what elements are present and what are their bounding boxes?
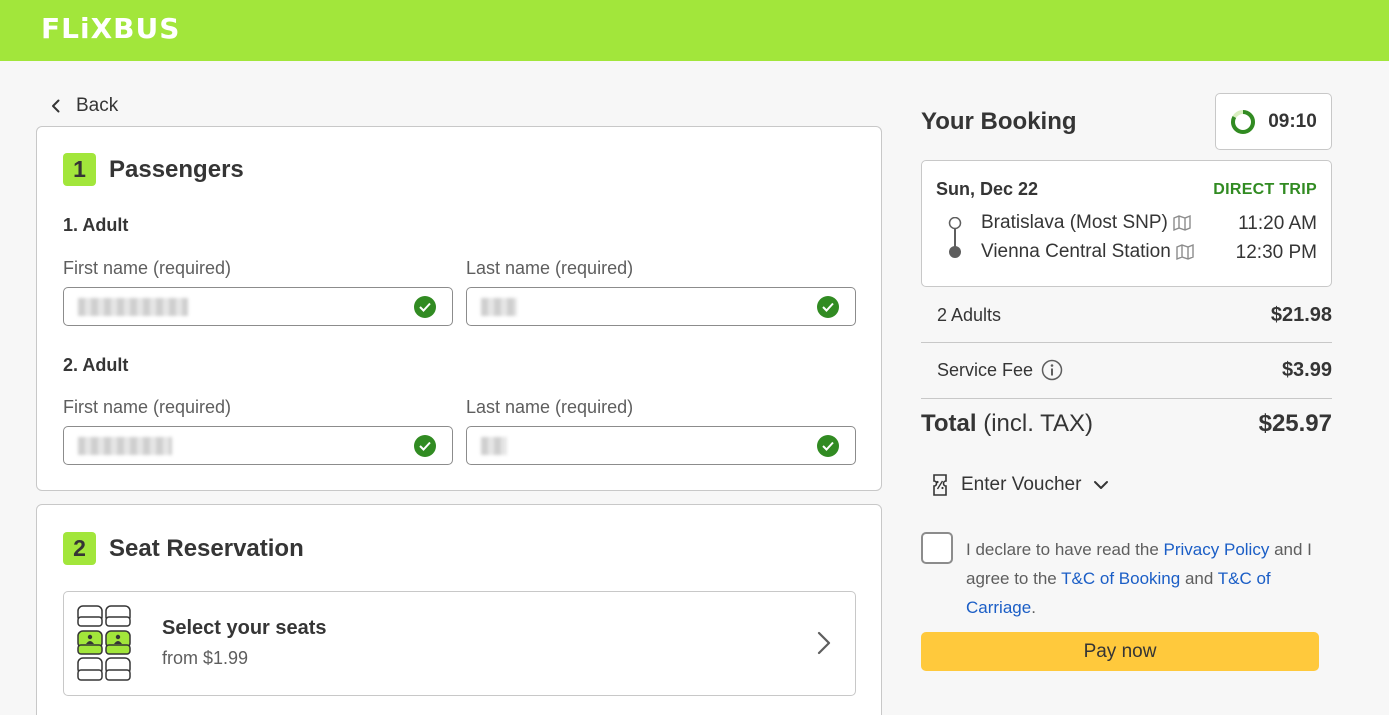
- redacted-value: [78, 298, 188, 316]
- back-label: Back: [76, 95, 119, 116]
- total-label-main: Total: [921, 410, 977, 437]
- seat-map-icon: [77, 605, 131, 681]
- chevron-left-icon: [52, 99, 60, 113]
- departure-time: 11:20 AM: [1238, 213, 1317, 234]
- timer-ring-icon: [1231, 109, 1256, 134]
- step-number: 1: [63, 153, 96, 186]
- section-title: Seat Reservation: [109, 534, 304, 562]
- price-row-service-fee: Service Fee $3.99: [921, 357, 1332, 383]
- map-icon[interactable]: [1175, 243, 1195, 261]
- chevron-down-icon: [1094, 481, 1109, 489]
- info-icon[interactable]: [1041, 359, 1063, 381]
- total-label: Total (incl. TAX): [921, 410, 1093, 438]
- voucher-icon: [933, 474, 947, 496]
- total-row: Total (incl. TAX) $25.97: [921, 410, 1332, 438]
- arrival-time: 12:30 PM: [1235, 242, 1317, 263]
- voucher-label: Enter Voucher: [961, 474, 1082, 495]
- seat-reservation-section: 2 Seat Reservation Select your seats fro…: [36, 504, 882, 715]
- seat-option-title: Select your seats: [162, 617, 327, 639]
- consent-checkbox[interactable]: [921, 532, 953, 564]
- route-line-icon: [948, 217, 962, 258]
- check-icon: [414, 296, 436, 318]
- last-name-field[interactable]: [466, 287, 856, 326]
- header-bar: FLiXBUS: [0, 0, 1389, 61]
- step-number: 2: [63, 532, 96, 565]
- chevron-right-icon: [817, 631, 831, 655]
- price-value: $21.98: [1270, 303, 1332, 326]
- last-name-label: Last name (required): [466, 258, 634, 278]
- divider: [921, 342, 1332, 343]
- trip-card: Sun, Dec 22 DIRECT TRIP Bratislava (Most…: [921, 160, 1332, 287]
- seat-heading: 2 Seat Reservation: [63, 532, 304, 565]
- select-seats-button[interactable]: Select your seats from $1.99: [63, 591, 856, 696]
- map-icon[interactable]: [1172, 214, 1192, 232]
- consent-text: I declare to have read the Privacy Polic…: [966, 535, 1326, 622]
- pay-now-button[interactable]: Pay now: [921, 632, 1319, 671]
- reservation-timer: 09:10: [1215, 93, 1332, 150]
- passengers-heading: 1 Passengers: [63, 153, 244, 186]
- consent-text-part: I declare to have read the: [966, 540, 1164, 559]
- seat-option-price: from $1.99: [162, 648, 249, 668]
- price-label: Service Fee: [937, 359, 1034, 380]
- back-link[interactable]: Back: [48, 94, 118, 118]
- departure-stop: Bratislava (Most SNP): [981, 212, 1192, 234]
- redacted-value: [481, 298, 517, 316]
- first-name-label: First name (required): [63, 397, 232, 417]
- price-label: 2 Adults: [937, 304, 1002, 325]
- first-name-field[interactable]: [63, 426, 453, 465]
- timer-value: 09:10: [1268, 110, 1317, 132]
- trip-date: Sun, Dec 22: [936, 179, 1039, 199]
- redacted-value: [78, 437, 172, 455]
- arrival-station: Vienna Central Station: [981, 241, 1171, 262]
- check-icon: [817, 435, 839, 457]
- trip-type-badge: DIRECT TRIP: [1213, 181, 1317, 198]
- check-icon: [414, 435, 436, 457]
- last-name-label: Last name (required): [466, 397, 634, 417]
- tc-booking-link[interactable]: T&C of Booking: [1061, 569, 1180, 588]
- price-value: $3.99: [1281, 358, 1332, 381]
- divider: [921, 398, 1332, 399]
- first-name-field[interactable]: [63, 287, 453, 326]
- total-label-suffix: (incl. TAX): [976, 410, 1094, 437]
- first-name-label: First name (required): [63, 258, 232, 278]
- passengers-section: 1 Passengers 1. Adult First name (requir…: [36, 126, 882, 491]
- consent-text-part: .: [1031, 598, 1036, 617]
- voucher-toggle[interactable]: Enter Voucher: [931, 474, 1109, 496]
- passenger-label: 1. Adult: [63, 215, 129, 235]
- privacy-policy-link[interactable]: Privacy Policy: [1164, 540, 1270, 559]
- price-row-adults: 2 Adults $21.98: [921, 302, 1332, 328]
- redacted-value: [481, 437, 507, 455]
- section-title: Passengers: [109, 155, 244, 183]
- check-icon: [817, 296, 839, 318]
- consent-text-part: and: [1180, 569, 1218, 588]
- departure-station: Bratislava (Most SNP): [981, 212, 1168, 233]
- total-value: $25.97: [1258, 410, 1332, 437]
- booking-title: Your Booking: [921, 108, 1077, 135]
- arrival-stop: Vienna Central Station: [981, 241, 1195, 263]
- passenger-label: 2. Adult: [63, 355, 129, 375]
- flixbus-logo[interactable]: FLiXBUS: [41, 12, 180, 45]
- last-name-field[interactable]: [466, 426, 856, 465]
